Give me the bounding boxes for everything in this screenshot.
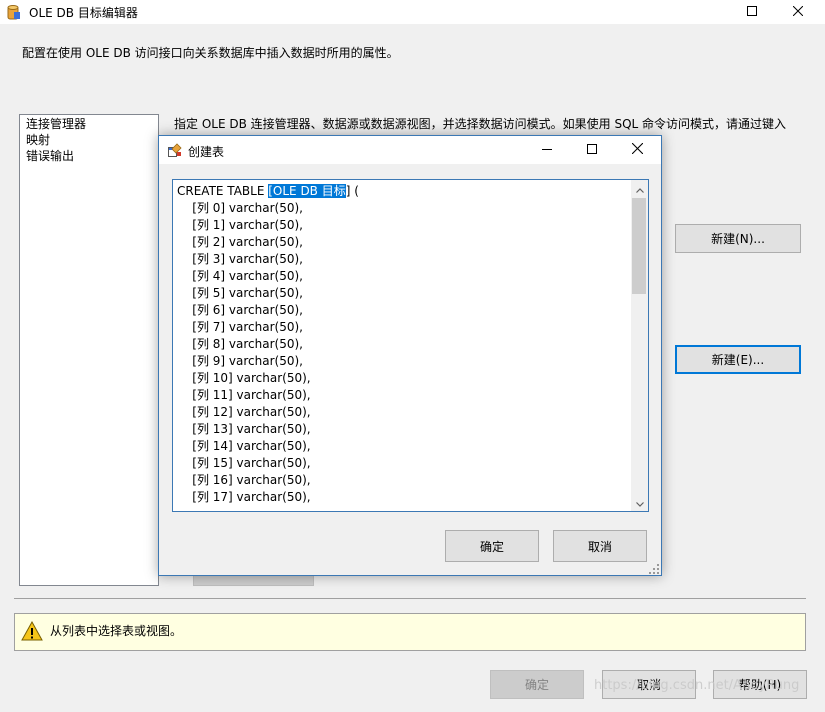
page-item-connection-manager[interactable]: 连接管理器 — [26, 117, 86, 132]
sql-column-line: [列 11] varchar(50), — [192, 388, 311, 402]
dialog-title: 创建表 — [188, 145, 225, 159]
sql-column-line: [列 0] varchar(50), — [192, 201, 303, 215]
new-table-button[interactable]: 新建(E)... — [675, 345, 801, 374]
sql-selected-text: [OLE DB 目标 — [268, 184, 346, 198]
dialog-ok-button[interactable]: 确定 — [445, 530, 539, 562]
connection-hint-text: 指定 OLE DB 连接管理器、数据源或数据源视图，并选择数据访问模式。如果使用… — [174, 117, 787, 131]
maximize-button[interactable] — [734, 0, 770, 24]
page-item-mapping[interactable]: 映射 — [26, 133, 50, 148]
dialog-close-button[interactable] — [615, 136, 659, 164]
sql-column-line: [列 14] varchar(50), — [192, 439, 311, 453]
ok-button[interactable]: 确定 — [490, 670, 584, 699]
watermark: https://blog.csdn.net/AndyRung — [594, 678, 800, 693]
page-list: 连接管理器 映射 错误输出 — [19, 114, 159, 586]
create-table-icon — [168, 143, 182, 157]
separator — [14, 598, 806, 599]
sql-column-line: [列 7] varchar(50), — [192, 320, 303, 334]
warning-icon — [21, 620, 43, 641]
vertical-scrollbar[interactable] — [631, 180, 648, 511]
sql-prefix: CREATE TABLE — [177, 184, 269, 198]
sql-column-line: [列 13] varchar(50), — [192, 422, 311, 436]
sql-column-line: [列 16] varchar(50), — [192, 473, 311, 487]
new-connection-button[interactable]: 新建(N)... — [675, 224, 801, 253]
editor-description: 配置在使用 OLE DB 访问接口向关系数据库中插入数据时所用的属性。 — [22, 46, 399, 60]
create-table-dialog: 创建表 CREATE TABLE [OLE DB 目标] ( [列 0] var… — [158, 135, 662, 576]
sql-column-line: [列 1] varchar(50), — [192, 218, 303, 232]
dialog-cancel-button[interactable]: 取消 — [553, 530, 647, 562]
sql-column-line: [列 5] varchar(50), — [192, 286, 303, 300]
scroll-up-button[interactable] — [631, 180, 648, 197]
sql-column-line: [列 17] varchar(50), — [192, 490, 311, 504]
page-item-error-output[interactable]: 错误输出 — [26, 149, 74, 164]
sql-textbox[interactable]: CREATE TABLE [OLE DB 目标] ( [列 0] varchar… — [172, 179, 649, 512]
sql-column-line: [列 15] varchar(50), — [192, 456, 311, 470]
dialog-titlebar: 创建表 — [159, 136, 661, 164]
sql-first-line: CREATE TABLE [OLE DB 目标] ( — [177, 183, 630, 200]
resize-grip-icon[interactable] — [649, 563, 659, 574]
scroll-down-button[interactable] — [631, 494, 648, 511]
close-icon — [792, 5, 804, 19]
chevron-up-icon — [635, 182, 644, 196]
sql-column-line: [列 8] varchar(50), — [192, 337, 303, 351]
close-button[interactable] — [780, 0, 816, 24]
maximize-icon — [587, 143, 597, 157]
sql-column-line: [列 12] varchar(50), — [192, 405, 311, 419]
maximize-icon — [747, 5, 757, 19]
window-title: OLE DB 目标编辑器 — [29, 6, 138, 20]
main-titlebar: OLE DB 目标编辑器 — [0, 0, 825, 24]
message-bar: 从列表中选择表或视图。 — [14, 613, 806, 651]
scrollbar-thumb[interactable] — [632, 198, 646, 294]
dialog-minimize-button[interactable] — [525, 136, 569, 164]
sql-suffix: ] ( — [345, 184, 359, 198]
sql-column-line: [列 10] varchar(50), — [192, 371, 311, 385]
ssis-app-icon — [7, 4, 21, 20]
message-text: 从列表中选择表或视图。 — [50, 624, 183, 638]
sql-column-line: [列 4] varchar(50), — [192, 269, 303, 283]
sql-column-line: [列 2] varchar(50), — [192, 235, 303, 249]
preview-button-partial — [193, 575, 314, 586]
sql-column-line: [列 3] varchar(50), — [192, 252, 303, 266]
sql-column-line: [列 9] varchar(50), — [192, 354, 303, 368]
minimize-icon — [542, 143, 552, 157]
sql-text: CREATE TABLE [OLE DB 目标] ( [列 0] varchar… — [177, 183, 630, 506]
sql-column-line: [列 6] varchar(50), — [192, 303, 303, 317]
close-icon — [631, 142, 643, 157]
dialog-maximize-button[interactable] — [570, 136, 614, 164]
chevron-down-icon — [635, 496, 644, 510]
